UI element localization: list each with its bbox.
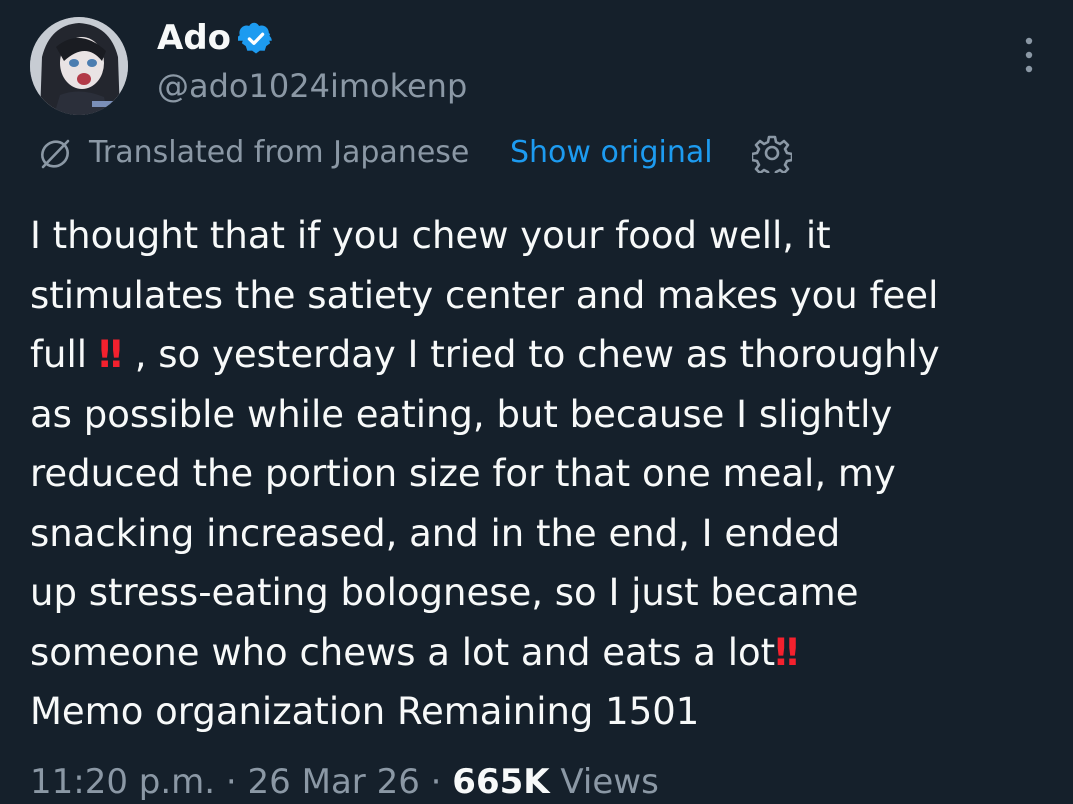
views-count[interactable]: 665K [452, 762, 549, 802]
tweet-date[interactable]: 26 Mar 26 [248, 762, 420, 802]
tweet-text-segment: someone who chews a lot and eats a lot [30, 630, 776, 674]
user-handle[interactable]: @ado1024imokenp [157, 66, 467, 106]
tweet-text-segment: full [30, 333, 88, 376]
tweet-page: Ado @ado1024imokenp Translated from Japa… [0, 0, 1073, 804]
tweet-line: snacking increased, and in the end, I en… [30, 511, 841, 555]
tweet-line: stimulates the satiety center and makes … [30, 273, 939, 317]
tweet-time[interactable]: 11:20 p.m. [30, 762, 215, 802]
tweet-meta: 11:20 p.m. · 26 Mar 26 · 665K Views [30, 760, 659, 804]
avatar-image [30, 17, 128, 115]
gear-icon[interactable] [752, 133, 792, 173]
avatar[interactable] [30, 17, 128, 115]
double-exclamation-emoji: ‼ [775, 630, 798, 674]
meta-separator: · [419, 762, 453, 802]
meta-separator: · [215, 762, 248, 802]
more-vertical-icon[interactable] [1015, 36, 1043, 74]
show-original-link[interactable]: Show original [510, 134, 713, 172]
tweet-text-segment: , so yesterday I tried to chew as thorou… [123, 333, 940, 376]
tweet-line: full ‼ , so yesterday I tried to chew as… [30, 325, 1060, 385]
translated-label: Translated from Japanese [89, 135, 470, 170]
tweet-line: I thought that if you chew your food wel… [30, 214, 831, 257]
tweet-line: Memo organization Remaining 1501 [30, 690, 700, 733]
tweet-line: up stress-eating bolognese, so I just be… [30, 571, 859, 614]
tweet-text: I thought that if you chew your food wel… [30, 206, 1060, 742]
translate-icon [41, 139, 70, 169]
double-exclamation-emoji: ‼ [98, 333, 122, 376]
tweet-line: someone who chews a lot and eats a lot‼ [30, 623, 1060, 683]
tweet-line: as possible while eating, but because I … [30, 392, 893, 436]
tweet-line: reduced the portion size for that one me… [30, 452, 896, 495]
views-label: Views [549, 762, 659, 802]
display-name[interactable]: Ado [157, 17, 231, 59]
verified-badge-icon[interactable] [238, 22, 274, 58]
